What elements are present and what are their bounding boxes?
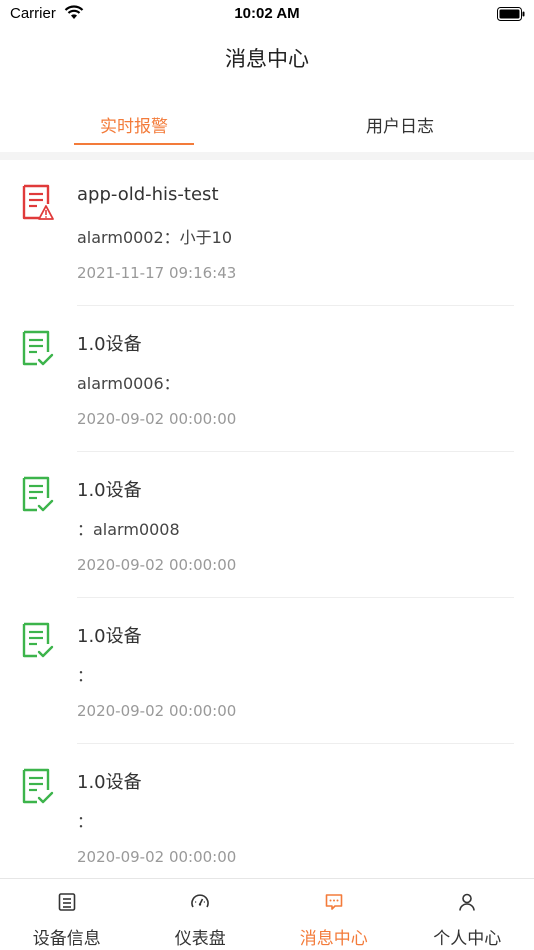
- page-title: 消息中心: [225, 47, 309, 71]
- person-icon: [457, 892, 477, 912]
- message-desc: alarm0002：小于10: [77, 228, 233, 247]
- message-title: 1.0设备: [77, 626, 142, 647]
- message-list: app-old-his-test alarm0002：小于10 2021-11-…: [0, 160, 534, 890]
- message-icon: [324, 892, 344, 912]
- tabbar-item-profile[interactable]: 个人中心: [401, 879, 534, 950]
- check-doc-icon: [21, 330, 55, 368]
- message-title: app-old-his-test: [77, 184, 219, 205]
- message-title: 1.0设备: [77, 480, 142, 501]
- list-item[interactable]: 1.0设备 ：alarm0008 2020-09-02 00:00:00: [0, 452, 534, 598]
- bottom-tab-bar: 设备信息 仪表盘 消息中心 个人中心: [0, 878, 534, 950]
- tab-realtime-alarm[interactable]: 实时报警: [64, 112, 204, 137]
- check-doc-icon: [21, 622, 55, 660]
- status-time: 10:02 AM: [234, 5, 300, 22]
- tabbar-label: 消息中心: [299, 929, 368, 949]
- tabbar-label: 设备信息: [32, 929, 101, 949]
- tabbar-label: 仪表盘: [174, 929, 226, 949]
- message-time: 2020-09-02 00:00:00: [77, 556, 237, 574]
- message-desc: ：: [77, 666, 94, 685]
- tabbar-item-message-center[interactable]: 消息中心: [267, 879, 401, 950]
- active-tab-indicator: [74, 143, 194, 145]
- message-desc: alarm0006：: [77, 374, 180, 393]
- tabbar-item-dashboard[interactable]: 仪表盘: [134, 879, 268, 950]
- message-time: 2021-11-17 09:16:43: [77, 264, 237, 282]
- message-time: 2020-09-02 00:00:00: [77, 848, 237, 866]
- dashboard-icon: [190, 892, 210, 912]
- tabbar-item-device-info[interactable]: 设备信息: [0, 879, 134, 950]
- message-desc: ：: [77, 812, 94, 831]
- check-doc-icon: [21, 476, 55, 514]
- message-time: 2020-09-02 00:00:00: [77, 702, 237, 720]
- battery-icon: [497, 6, 525, 25]
- message-title: 1.0设备: [77, 334, 142, 355]
- list-item[interactable]: 1.0设备 ： 2020-09-02 00:00:00: [0, 744, 534, 890]
- device-info-icon: [57, 892, 77, 912]
- list-item[interactable]: 1.0设备 ： 2020-09-02 00:00:00: [0, 598, 534, 744]
- list-item[interactable]: app-old-his-test alarm0002：小于10 2021-11-…: [0, 160, 534, 306]
- message-desc: ：alarm0008: [77, 520, 180, 539]
- tab-user-log[interactable]: 用户日志: [330, 112, 470, 137]
- status-bar: Carrier 10:02 AM: [0, 0, 534, 28]
- alarm-doc-icon: [21, 184, 55, 222]
- check-doc-icon: [21, 768, 55, 806]
- message-time: 2020-09-02 00:00:00: [77, 410, 237, 428]
- segment-tabs: 实时报警 用户日志: [0, 100, 534, 150]
- message-title: 1.0设备: [77, 772, 142, 793]
- section-divider: [0, 152, 534, 160]
- tabbar-label: 个人中心: [433, 929, 502, 949]
- list-item[interactable]: 1.0设备 alarm0006： 2020-09-02 00:00:00: [0, 306, 534, 452]
